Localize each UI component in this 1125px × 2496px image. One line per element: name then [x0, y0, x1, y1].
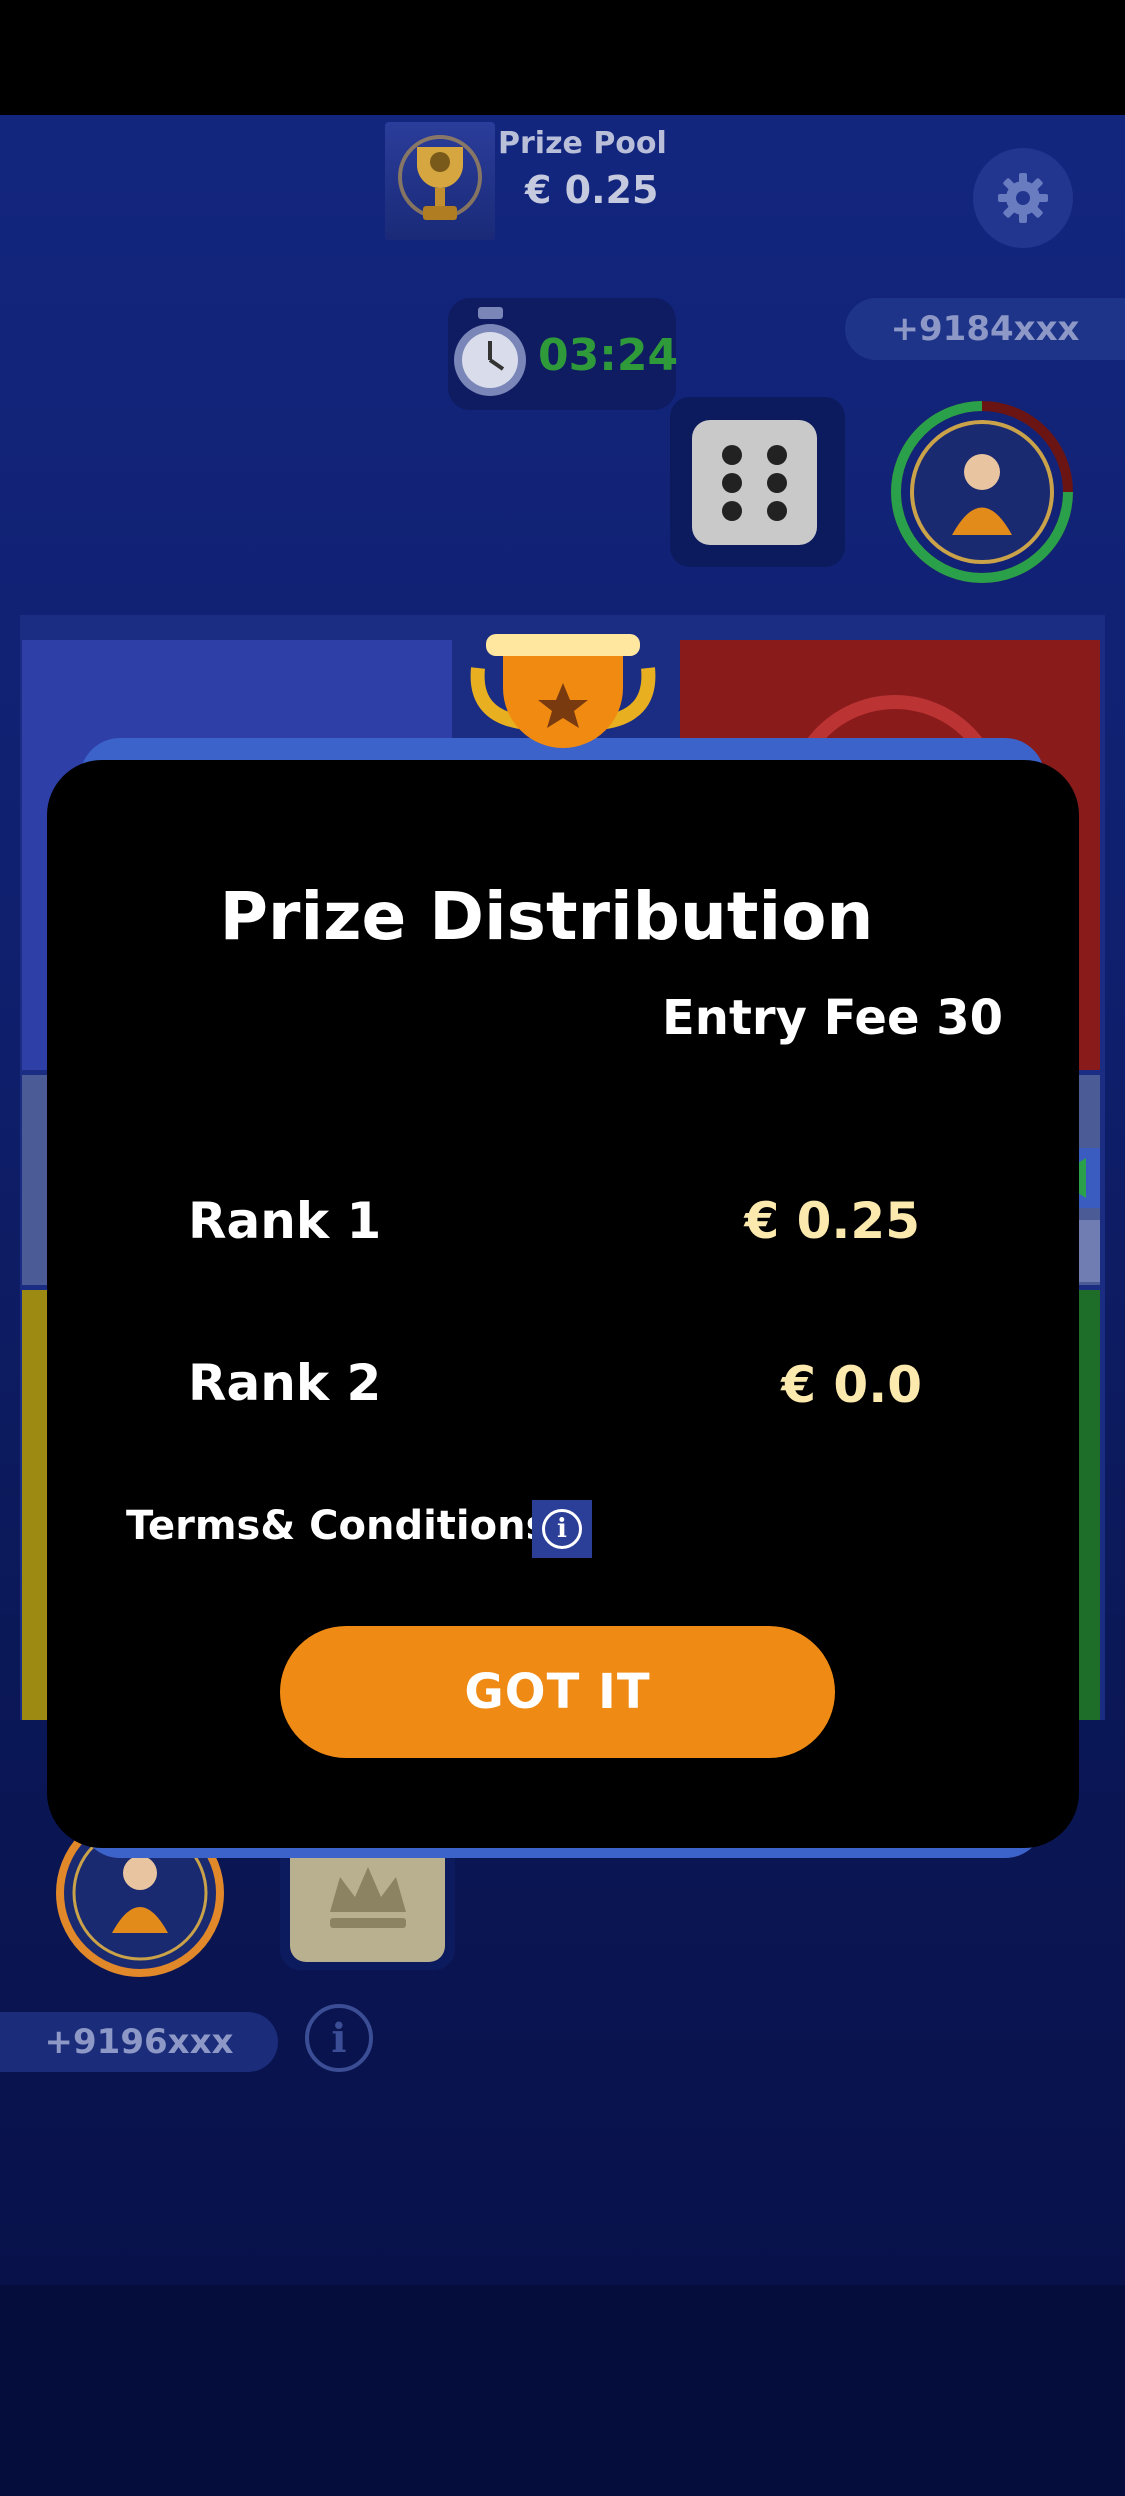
trophy-icon — [470, 634, 656, 748]
got-it-button[interactable]: GOT IT — [280, 1626, 835, 1758]
rank-2-label: Rank 2 — [188, 1354, 382, 1412]
rank-2-value: € 0.0 — [781, 1356, 922, 1414]
terms-info-button[interactable]: i — [532, 1500, 592, 1558]
bottom-area — [0, 2285, 1125, 2496]
dialog-title: Prize Distribution — [219, 878, 874, 955]
info-icon: i — [542, 1509, 582, 1549]
gear-icon — [998, 173, 1048, 223]
crown-icon — [290, 1842, 445, 1962]
status-bar — [0, 0, 1125, 115]
player-phone-tag: +9196xxx — [0, 2012, 278, 2072]
entry-fee-label: Entry Fee 30 — [662, 990, 1004, 1046]
terms-conditions-link[interactable]: Terms& Conditions — [126, 1503, 549, 1549]
opponent-phone-tag: +9184xxx — [845, 298, 1125, 360]
opponent-avatar — [891, 401, 1073, 583]
info-icon[interactable]: i — [305, 2004, 373, 2072]
prize-pool-label: Prize Pool — [498, 126, 667, 161]
dice-icon[interactable] — [692, 420, 817, 545]
prize-pool-trophy-icon — [385, 122, 495, 240]
prize-pool-value: € 0.25 — [525, 168, 659, 212]
turn-timer: 03:24 — [538, 330, 679, 381]
rank-1-value: € 0.25 — [744, 1192, 920, 1250]
stopwatch-icon — [454, 307, 526, 396]
rank-1-label: Rank 1 — [188, 1192, 382, 1250]
settings-button[interactable] — [973, 148, 1073, 248]
